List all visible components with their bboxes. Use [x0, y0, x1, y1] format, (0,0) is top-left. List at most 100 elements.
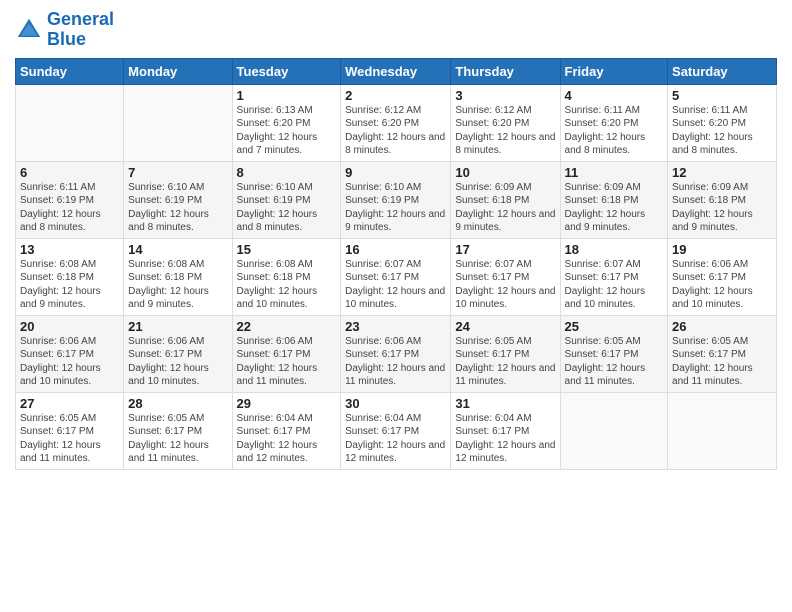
day-number: 31	[455, 396, 555, 411]
day-info: Sunrise: 6:12 AMSunset: 6:20 PMDaylight:…	[345, 104, 446, 158]
day-info: Sunrise: 6:07 AMSunset: 6:17 PMDaylight:…	[565, 258, 664, 312]
day-number: 26	[672, 319, 772, 334]
day-info: Sunrise: 6:11 AMSunset: 6:20 PMDaylight:…	[565, 104, 664, 158]
logo-icon	[15, 16, 43, 44]
day-number: 13	[20, 242, 119, 257]
day-number: 6	[20, 165, 119, 180]
day-number: 5	[672, 88, 772, 103]
day-info: Sunrise: 6:06 AMSunset: 6:17 PMDaylight:…	[672, 258, 772, 312]
calendar-day-cell: 29Sunrise: 6:04 AMSunset: 6:17 PMDayligh…	[232, 392, 341, 469]
day-info: Sunrise: 6:12 AMSunset: 6:20 PMDaylight:…	[455, 104, 555, 158]
calendar-day-cell: 11Sunrise: 6:09 AMSunset: 6:18 PMDayligh…	[560, 161, 668, 238]
calendar-day-cell: 20Sunrise: 6:06 AMSunset: 6:17 PMDayligh…	[16, 315, 124, 392]
calendar-day-cell: 30Sunrise: 6:04 AMSunset: 6:17 PMDayligh…	[341, 392, 451, 469]
day-number: 20	[20, 319, 119, 334]
day-of-week-header: Saturday	[668, 58, 777, 84]
day-info: Sunrise: 6:08 AMSunset: 6:18 PMDaylight:…	[20, 258, 119, 312]
calendar-day-cell: 5Sunrise: 6:11 AMSunset: 6:20 PMDaylight…	[668, 84, 777, 161]
day-number: 9	[345, 165, 446, 180]
logo-text: GeneralBlue	[47, 10, 114, 50]
day-info: Sunrise: 6:10 AMSunset: 6:19 PMDaylight:…	[237, 181, 337, 235]
day-of-week-header: Tuesday	[232, 58, 341, 84]
day-info: Sunrise: 6:09 AMSunset: 6:18 PMDaylight:…	[565, 181, 664, 235]
day-info: Sunrise: 6:05 AMSunset: 6:17 PMDaylight:…	[672, 335, 772, 389]
calendar-day-cell: 28Sunrise: 6:05 AMSunset: 6:17 PMDayligh…	[124, 392, 232, 469]
day-info: Sunrise: 6:04 AMSunset: 6:17 PMDaylight:…	[455, 412, 555, 466]
calendar-day-cell: 31Sunrise: 6:04 AMSunset: 6:17 PMDayligh…	[451, 392, 560, 469]
day-number: 24	[455, 319, 555, 334]
calendar-day-cell	[124, 84, 232, 161]
day-number: 3	[455, 88, 555, 103]
calendar-day-cell: 13Sunrise: 6:08 AMSunset: 6:18 PMDayligh…	[16, 238, 124, 315]
calendar-day-cell: 14Sunrise: 6:08 AMSunset: 6:18 PMDayligh…	[124, 238, 232, 315]
calendar-day-cell: 25Sunrise: 6:05 AMSunset: 6:17 PMDayligh…	[560, 315, 668, 392]
day-number: 14	[128, 242, 227, 257]
calendar-week-row: 6Sunrise: 6:11 AMSunset: 6:19 PMDaylight…	[16, 161, 777, 238]
day-info: Sunrise: 6:05 AMSunset: 6:17 PMDaylight:…	[128, 412, 227, 466]
day-info: Sunrise: 6:10 AMSunset: 6:19 PMDaylight:…	[128, 181, 227, 235]
day-number: 2	[345, 88, 446, 103]
calendar-day-cell: 1Sunrise: 6:13 AMSunset: 6:20 PMDaylight…	[232, 84, 341, 161]
calendar-day-cell: 15Sunrise: 6:08 AMSunset: 6:18 PMDayligh…	[232, 238, 341, 315]
calendar-day-cell: 16Sunrise: 6:07 AMSunset: 6:17 PMDayligh…	[341, 238, 451, 315]
day-info: Sunrise: 6:05 AMSunset: 6:17 PMDaylight:…	[455, 335, 555, 389]
calendar-day-cell: 21Sunrise: 6:06 AMSunset: 6:17 PMDayligh…	[124, 315, 232, 392]
day-number: 12	[672, 165, 772, 180]
calendar-day-cell	[560, 392, 668, 469]
day-number: 8	[237, 165, 337, 180]
day-info: Sunrise: 6:09 AMSunset: 6:18 PMDaylight:…	[672, 181, 772, 235]
calendar-week-row: 1Sunrise: 6:13 AMSunset: 6:20 PMDaylight…	[16, 84, 777, 161]
day-info: Sunrise: 6:06 AMSunset: 6:17 PMDaylight:…	[345, 335, 446, 389]
day-number: 19	[672, 242, 772, 257]
day-info: Sunrise: 6:07 AMSunset: 6:17 PMDaylight:…	[455, 258, 555, 312]
calendar-day-cell: 12Sunrise: 6:09 AMSunset: 6:18 PMDayligh…	[668, 161, 777, 238]
day-number: 18	[565, 242, 664, 257]
day-info: Sunrise: 6:08 AMSunset: 6:18 PMDaylight:…	[237, 258, 337, 312]
day-info: Sunrise: 6:11 AMSunset: 6:19 PMDaylight:…	[20, 181, 119, 235]
page: GeneralBlue SundayMondayTuesdayWednesday…	[0, 0, 792, 612]
calendar-week-row: 20Sunrise: 6:06 AMSunset: 6:17 PMDayligh…	[16, 315, 777, 392]
day-info: Sunrise: 6:05 AMSunset: 6:17 PMDaylight:…	[20, 412, 119, 466]
day-info: Sunrise: 6:10 AMSunset: 6:19 PMDaylight:…	[345, 181, 446, 235]
calendar-day-cell: 23Sunrise: 6:06 AMSunset: 6:17 PMDayligh…	[341, 315, 451, 392]
day-number: 30	[345, 396, 446, 411]
calendar-day-cell: 3Sunrise: 6:12 AMSunset: 6:20 PMDaylight…	[451, 84, 560, 161]
day-info: Sunrise: 6:08 AMSunset: 6:18 PMDaylight:…	[128, 258, 227, 312]
day-info: Sunrise: 6:04 AMSunset: 6:17 PMDaylight:…	[237, 412, 337, 466]
day-number: 15	[237, 242, 337, 257]
day-info: Sunrise: 6:06 AMSunset: 6:17 PMDaylight:…	[20, 335, 119, 389]
day-number: 25	[565, 319, 664, 334]
calendar-day-cell: 26Sunrise: 6:05 AMSunset: 6:17 PMDayligh…	[668, 315, 777, 392]
calendar-day-cell: 24Sunrise: 6:05 AMSunset: 6:17 PMDayligh…	[451, 315, 560, 392]
day-number: 21	[128, 319, 227, 334]
day-number: 11	[565, 165, 664, 180]
calendar-day-cell	[668, 392, 777, 469]
calendar-day-cell: 7Sunrise: 6:10 AMSunset: 6:19 PMDaylight…	[124, 161, 232, 238]
calendar-day-cell: 9Sunrise: 6:10 AMSunset: 6:19 PMDaylight…	[341, 161, 451, 238]
day-number: 17	[455, 242, 555, 257]
calendar-day-cell: 10Sunrise: 6:09 AMSunset: 6:18 PMDayligh…	[451, 161, 560, 238]
calendar-day-cell: 2Sunrise: 6:12 AMSunset: 6:20 PMDaylight…	[341, 84, 451, 161]
day-number: 23	[345, 319, 446, 334]
day-number: 29	[237, 396, 337, 411]
day-number: 28	[128, 396, 227, 411]
calendar-day-cell: 17Sunrise: 6:07 AMSunset: 6:17 PMDayligh…	[451, 238, 560, 315]
day-number: 4	[565, 88, 664, 103]
day-number: 22	[237, 319, 337, 334]
day-info: Sunrise: 6:11 AMSunset: 6:20 PMDaylight:…	[672, 104, 772, 158]
calendar-day-cell: 18Sunrise: 6:07 AMSunset: 6:17 PMDayligh…	[560, 238, 668, 315]
calendar-header-row: SundayMondayTuesdayWednesdayThursdayFrid…	[16, 58, 777, 84]
calendar-table: SundayMondayTuesdayWednesdayThursdayFrid…	[15, 58, 777, 470]
day-of-week-header: Wednesday	[341, 58, 451, 84]
day-number: 16	[345, 242, 446, 257]
logo: GeneralBlue	[15, 10, 114, 50]
calendar-week-row: 27Sunrise: 6:05 AMSunset: 6:17 PMDayligh…	[16, 392, 777, 469]
day-info: Sunrise: 6:05 AMSunset: 6:17 PMDaylight:…	[565, 335, 664, 389]
day-info: Sunrise: 6:09 AMSunset: 6:18 PMDaylight:…	[455, 181, 555, 235]
day-info: Sunrise: 6:06 AMSunset: 6:17 PMDaylight:…	[237, 335, 337, 389]
calendar-day-cell: 6Sunrise: 6:11 AMSunset: 6:19 PMDaylight…	[16, 161, 124, 238]
day-number: 7	[128, 165, 227, 180]
day-of-week-header: Sunday	[16, 58, 124, 84]
calendar-day-cell: 4Sunrise: 6:11 AMSunset: 6:20 PMDaylight…	[560, 84, 668, 161]
calendar-day-cell: 8Sunrise: 6:10 AMSunset: 6:19 PMDaylight…	[232, 161, 341, 238]
